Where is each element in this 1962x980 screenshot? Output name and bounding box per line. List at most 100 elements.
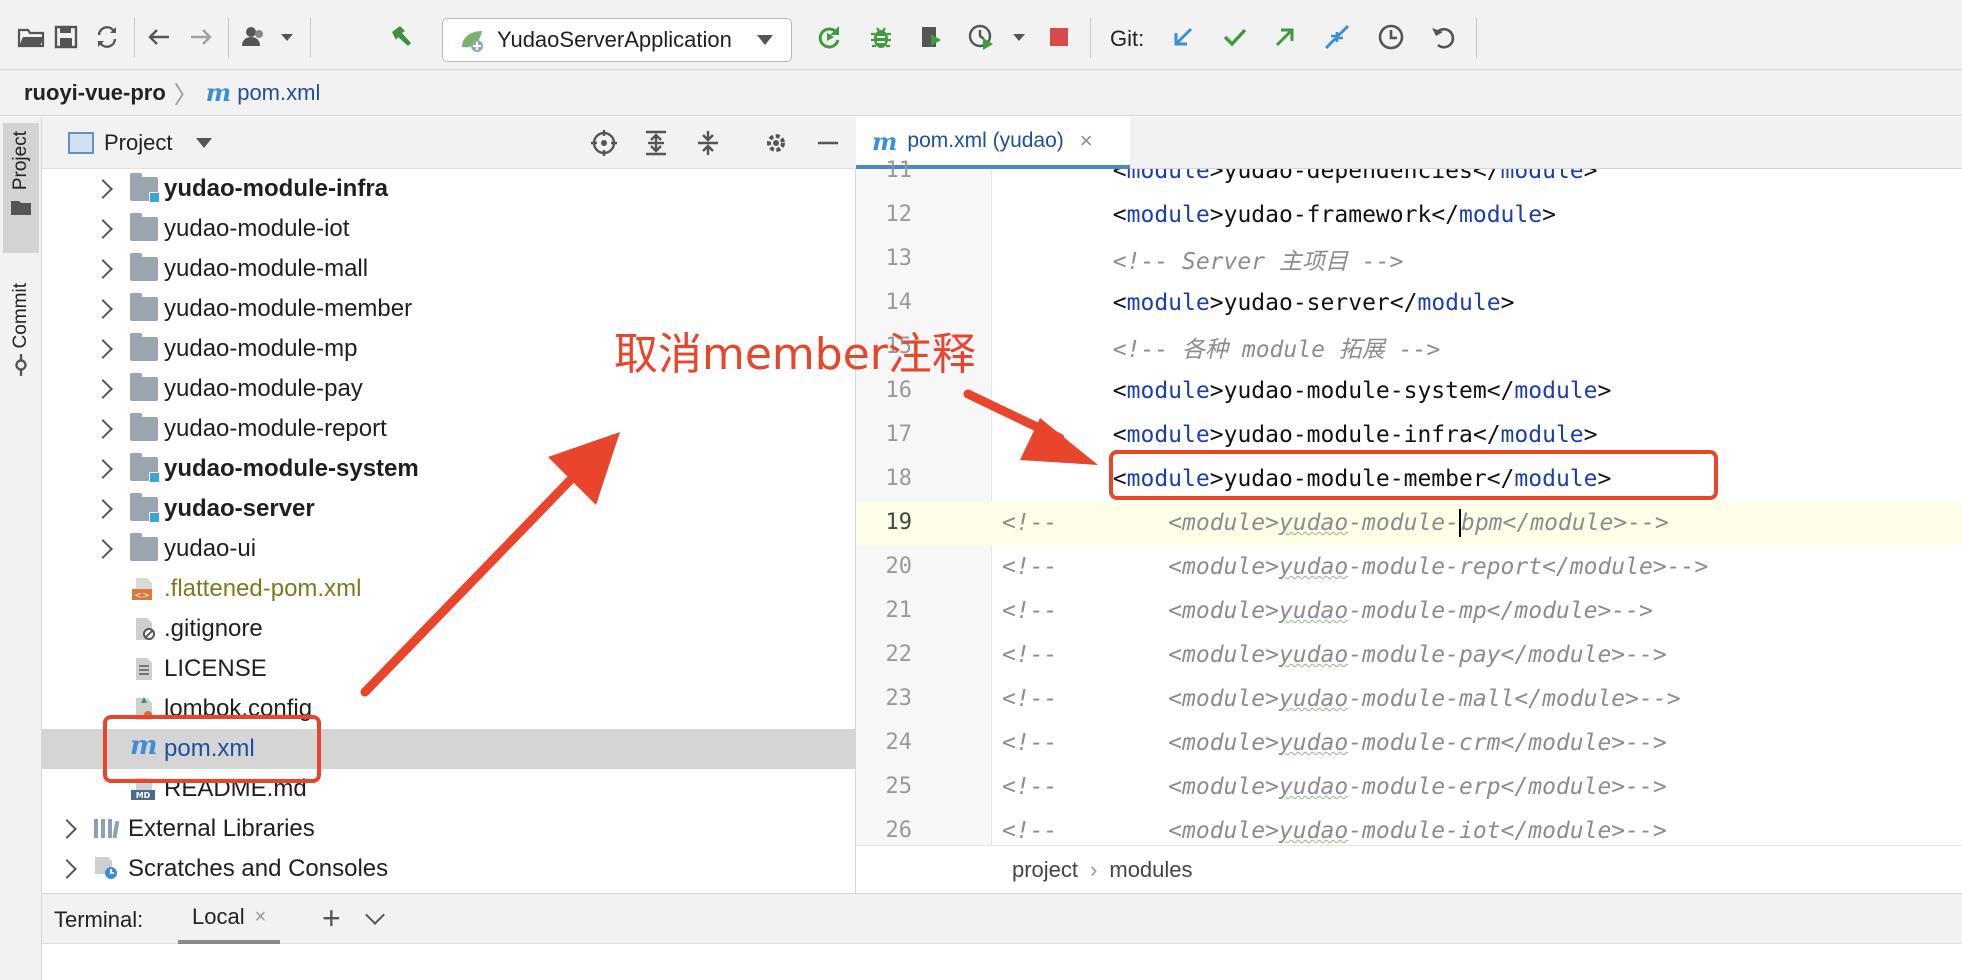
run-configuration-selector[interactable]: YudaoServerApplication <box>442 18 792 62</box>
code-line[interactable]: <!-- Server 主项目 --> <box>992 237 1962 281</box>
user-dropdown-caret-icon[interactable] <box>268 18 306 56</box>
code-line[interactable]: < module > yudao-server </module > <box>992 281 1962 325</box>
profile-dropdown-caret-icon[interactable] <box>1000 18 1038 56</box>
code-token: > <box>1542 202 1556 228</box>
tree-item[interactable]: yudao-ui <box>42 529 856 569</box>
code-token: < <box>1112 202 1127 228</box>
expand-all-icon[interactable] <box>640 127 672 159</box>
code-line[interactable]: <!-- <module> yudao -module-bpm</module>--… <box>992 501 1962 545</box>
navigation-bar: ruoyi-vue-pro 〉 m pom.xml <box>0 70 1962 116</box>
git-history-icon[interactable] <box>1372 18 1410 56</box>
git-update-icon[interactable] <box>1164 18 1202 56</box>
chevron-right-icon[interactable] <box>93 179 113 199</box>
terminal-tab-local[interactable]: Local × <box>178 894 281 944</box>
collapse-all-icon[interactable] <box>692 127 724 159</box>
close-icon[interactable]: × <box>1080 128 1093 154</box>
tree-item-external-libraries[interactable]: External Libraries <box>42 809 856 849</box>
rerun-icon[interactable] <box>810 18 848 56</box>
tree-item[interactable]: yudao-module-mall <box>42 249 856 289</box>
code-token: <!-- <module> <box>1002 510 1279 536</box>
coverage-icon[interactable] <box>912 18 950 56</box>
stop-icon[interactable] <box>1040 18 1078 56</box>
breadcrumb-separator: 〉 <box>173 82 198 109</box>
commit-tool-tab[interactable]: Commit <box>3 277 39 417</box>
git-label: Git: <box>1110 26 1145 51</box>
code-token: > <box>1597 378 1612 404</box>
git-rollback-icon[interactable] <box>1424 18 1462 56</box>
git-commit-icon[interactable] <box>1216 18 1254 56</box>
tree-item[interactable]: yudao-server <box>42 489 856 529</box>
code-token: < <box>1112 169 1127 184</box>
line-number: 21 <box>885 598 913 623</box>
chevron-right-icon[interactable] <box>93 499 113 519</box>
tree-item[interactable]: .gitignore <box>42 609 856 649</box>
chevron-right-icon[interactable] <box>93 419 113 439</box>
tree-item[interactable]: yudao-module-system <box>42 449 856 489</box>
gear-icon[interactable] <box>760 127 792 159</box>
left-tool-strip: Project Commit <box>0 117 42 980</box>
git-push-icon[interactable] <box>1266 18 1304 56</box>
project-tool-tab[interactable]: Project <box>3 123 39 253</box>
close-icon[interactable]: × <box>255 906 267 929</box>
chevron-right-icon[interactable] <box>93 299 113 319</box>
code-token: yudao <box>1278 730 1349 756</box>
chevron-right-icon[interactable] <box>93 539 113 559</box>
tree-item[interactable]: yudao-module-report <box>42 409 856 449</box>
forward-icon[interactable] <box>182 18 220 56</box>
code-line[interactable]: < module > yudao-module-system </module > <box>992 369 1962 413</box>
code-line[interactable]: <!-- <module> yudao -module-iot</module>--… <box>992 809 1962 845</box>
chevron-right-icon[interactable] <box>93 219 113 239</box>
code-breadcrumb-project[interactable]: project <box>1012 857 1078 883</box>
tree-item[interactable]: yudao-module-infra <box>42 169 856 209</box>
breadcrumb-project[interactable]: ruoyi-vue-pro <box>24 80 166 106</box>
code-line[interactable]: <!-- <module> yudao -module-mp</module>--> <box>992 589 1962 633</box>
tree-item[interactable]: yudao-module-iot <box>42 209 856 249</box>
code-token: module <box>1500 422 1584 448</box>
code-line[interactable]: <!-- <module> yudao -module-pay</module>--… <box>992 633 1962 677</box>
code-line[interactable]: < module > yudao-framework </module > <box>992 193 1962 237</box>
code-breadcrumb-modules[interactable]: modules <box>1109 857 1192 883</box>
code-token: -module-pay</module>--> <box>1348 642 1667 668</box>
chevron-right-icon[interactable] <box>57 819 77 839</box>
spring-boot-icon <box>462 31 483 52</box>
project-panel-title[interactable]: Project <box>104 130 172 156</box>
code-token: module <box>1514 378 1598 404</box>
open-folder-icon[interactable] <box>12 18 50 56</box>
save-icon[interactable] <box>47 18 85 56</box>
breadcrumb-file[interactable]: pom.xml <box>237 80 320 106</box>
code-line[interactable]: <!-- <module> yudao -module-mall</module>-… <box>992 677 1962 721</box>
build-hammer-icon[interactable] <box>382 18 420 56</box>
code-line[interactable]: <!-- 各种 module 拓展 --> <box>992 325 1962 369</box>
chevron-right-icon[interactable] <box>93 259 113 279</box>
sync-icon[interactable] <box>88 18 126 56</box>
code-line[interactable]: <!-- <module> yudao -module-report</module… <box>992 545 1962 589</box>
code-line[interactable]: <!-- <module> yudao -module-erp</module>--… <box>992 765 1962 809</box>
code-token: -module-report</module>--> <box>1348 554 1709 580</box>
debug-icon[interactable] <box>862 18 900 56</box>
code-token: yudao-module-system <box>1223 378 1487 404</box>
chevron-right-icon[interactable] <box>93 379 113 399</box>
new-terminal-button[interactable]: + <box>322 900 341 937</box>
tree-item[interactable]: LICENSE <box>42 649 856 689</box>
code-line[interactable]: < module > yudao-dependencies </module > <box>992 169 1962 193</box>
terminal-panel: Terminal: Local × + <box>42 893 1962 980</box>
chevron-down-icon[interactable] <box>196 137 213 148</box>
tree-item-scratches[interactable]: Scratches and Consoles <box>42 849 856 889</box>
chevron-right-icon[interactable] <box>57 859 77 879</box>
chevron-right-icon[interactable] <box>93 459 113 479</box>
scratches-icon <box>92 856 120 880</box>
back-icon[interactable] <box>140 18 178 56</box>
code-line[interactable]: <!-- <module> yudao -module-crm</module>--… <box>992 721 1962 765</box>
external-libraries-icon <box>92 816 120 840</box>
chevron-right-icon[interactable] <box>93 339 113 359</box>
tree-item-label: .gitignore <box>164 615 263 642</box>
code-area[interactable]: < module > yudao-dependencies </module > < mod… <box>992 169 1962 845</box>
hide-panel-icon[interactable] <box>812 127 844 159</box>
chevron-down-icon[interactable] <box>365 905 385 925</box>
code-token: </ <box>1431 202 1460 228</box>
profile-icon[interactable] <box>962 18 1000 56</box>
locate-file-icon[interactable] <box>588 127 620 159</box>
tree-item[interactable]: <> .flattened-pom.xml <box>42 569 856 609</box>
git-merge-icon[interactable] <box>1318 18 1356 56</box>
